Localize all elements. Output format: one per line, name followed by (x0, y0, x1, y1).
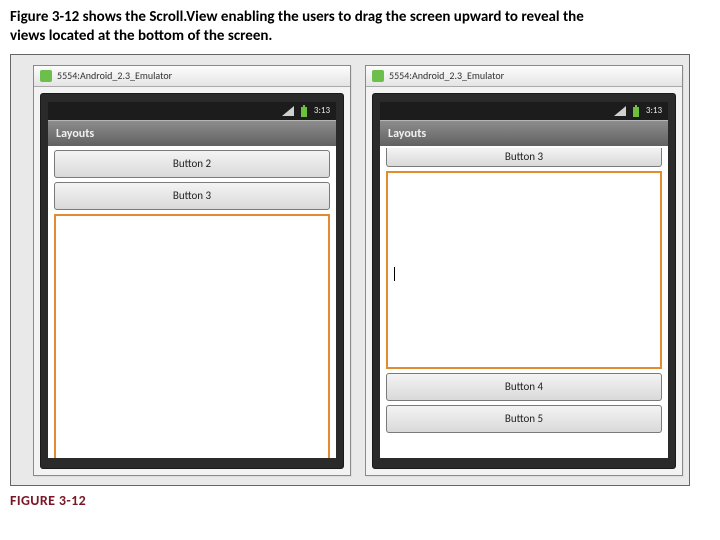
android-icon (40, 70, 52, 82)
figure-caption: Figure 3-12 shows the Scroll.View enabli… (10, 8, 710, 46)
status-time: 3:13 (314, 105, 330, 116)
figure-label: FIGURE 3-12 (10, 492, 710, 509)
battery-icon (300, 105, 308, 117)
emulator-window-left: 5554:Android_2.3_Emulator 3:13 Layouts (33, 65, 351, 476)
android-icon (372, 70, 384, 82)
button-2[interactable]: Button 2 (54, 150, 330, 178)
signal-icon (282, 106, 294, 116)
window-title: 5554:Android_2.3_Emulator (389, 69, 504, 82)
phone-frame: 3:13 Layouts Button 2 Button 3 (40, 93, 344, 469)
emulator-titlebar[interactable]: 5554:Android_2.3_Emulator (366, 66, 682, 87)
phone-frame: 3:13 Layouts Button 3 Button 4 Button 5 (372, 93, 676, 469)
edit-text-field[interactable] (386, 171, 662, 369)
edit-text-field[interactable] (54, 214, 330, 458)
emulator-titlebar[interactable]: 5554:Android_2.3_Emulator (34, 66, 350, 87)
phone-screen[interactable]: 3:13 Layouts Button 3 Button 4 Button 5 (380, 102, 668, 458)
app-title: Layouts (388, 127, 426, 141)
emulator-window-right: 5554:Android_2.3_Emulator 3:13 Layouts (365, 65, 683, 476)
caption-line: Figure 3-12 shows the Scroll.View enabli… (10, 8, 584, 26)
signal-icon (614, 106, 626, 116)
status-time: 3:13 (646, 105, 662, 116)
app-title: Layouts (56, 127, 94, 141)
button-5[interactable]: Button 5 (386, 405, 662, 433)
button-3[interactable]: Button 3 (54, 182, 330, 210)
caption-line: views located at the bottom of the scree… (10, 27, 272, 45)
text-cursor (394, 267, 395, 281)
button-4[interactable]: Button 4 (386, 373, 662, 401)
battery-icon (632, 105, 640, 117)
app-title-bar: Layouts (380, 120, 668, 148)
status-bar: 3:13 (380, 102, 668, 120)
app-title-bar: Layouts (48, 120, 336, 148)
scrollview-content[interactable]: Button 3 Button 4 Button 5 (380, 146, 668, 458)
figure-area: 5554:Android_2.3_Emulator 3:13 Layouts (10, 54, 690, 486)
phone-screen[interactable]: 3:13 Layouts Button 2 Button 3 (48, 102, 336, 458)
window-title: 5554:Android_2.3_Emulator (57, 69, 172, 82)
button-3[interactable]: Button 3 (386, 148, 662, 167)
status-bar: 3:13 (48, 102, 336, 120)
scrollview-content[interactable]: Button 2 Button 3 (48, 146, 336, 458)
